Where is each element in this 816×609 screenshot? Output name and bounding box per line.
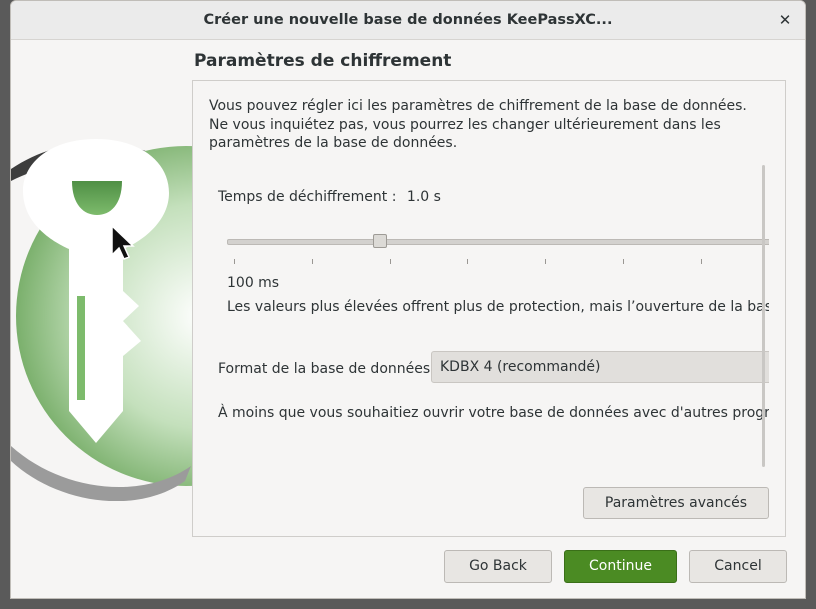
window-title: Créer une nouvelle base de données KeePa… (203, 12, 613, 28)
page-title: Paramètres de chiffrement (194, 51, 452, 71)
keepassxc-logo-icon (11, 139, 201, 501)
slider-handle[interactable] (372, 234, 387, 248)
continue-button[interactable]: Continue (564, 550, 677, 583)
decryption-time-value: 1.0 s (406, 189, 441, 205)
decryption-time-slider[interactable] (227, 239, 769, 245)
slider-tick (312, 259, 313, 264)
dialog-window: Créer une nouvelle base de données KeePa… (10, 0, 806, 599)
intro-text: Vous pouvez régler ici les paramètres de… (209, 98, 747, 151)
format-select[interactable]: KDBX 4 (recommandé) (431, 351, 769, 383)
decryption-time-label: Temps de déchiffrement : (218, 189, 397, 205)
slider-tick (623, 259, 624, 264)
slider-min-label: 100 ms (227, 275, 280, 291)
scroll-area[interactable]: Temps de déchiffrement : 1.0 s 100 ms Le… (209, 167, 769, 465)
decryption-time-row: Temps de déchiffrement : 1.0 s (218, 189, 447, 205)
scrollbar[interactable] (762, 165, 765, 467)
format-label: Format de la base de données : (218, 361, 440, 377)
window-titlebar[interactable]: Créer une nouvelle base de données KeePa… (11, 1, 805, 40)
mouse-pointer-icon (111, 225, 135, 260)
slider-tick (701, 259, 702, 264)
advanced-settings-button[interactable]: Paramètres avancés (583, 487, 769, 519)
slider-tick (234, 259, 235, 264)
cancel-button[interactable]: Cancel (689, 550, 787, 583)
slider-tick (467, 259, 468, 264)
format-note: À moins que vous souhaitiez ouvrir votre… (218, 405, 769, 421)
settings-panel: Vous pouvez régler ici les paramètres de… (192, 80, 786, 537)
decryption-hint: Les valeurs plus élevées offrent plus de… (227, 299, 769, 315)
slider-tick (545, 259, 546, 264)
go-back-button[interactable]: Go Back (444, 550, 552, 583)
close-icon[interactable]: ✕ (775, 10, 795, 30)
slider-tick (390, 259, 391, 264)
